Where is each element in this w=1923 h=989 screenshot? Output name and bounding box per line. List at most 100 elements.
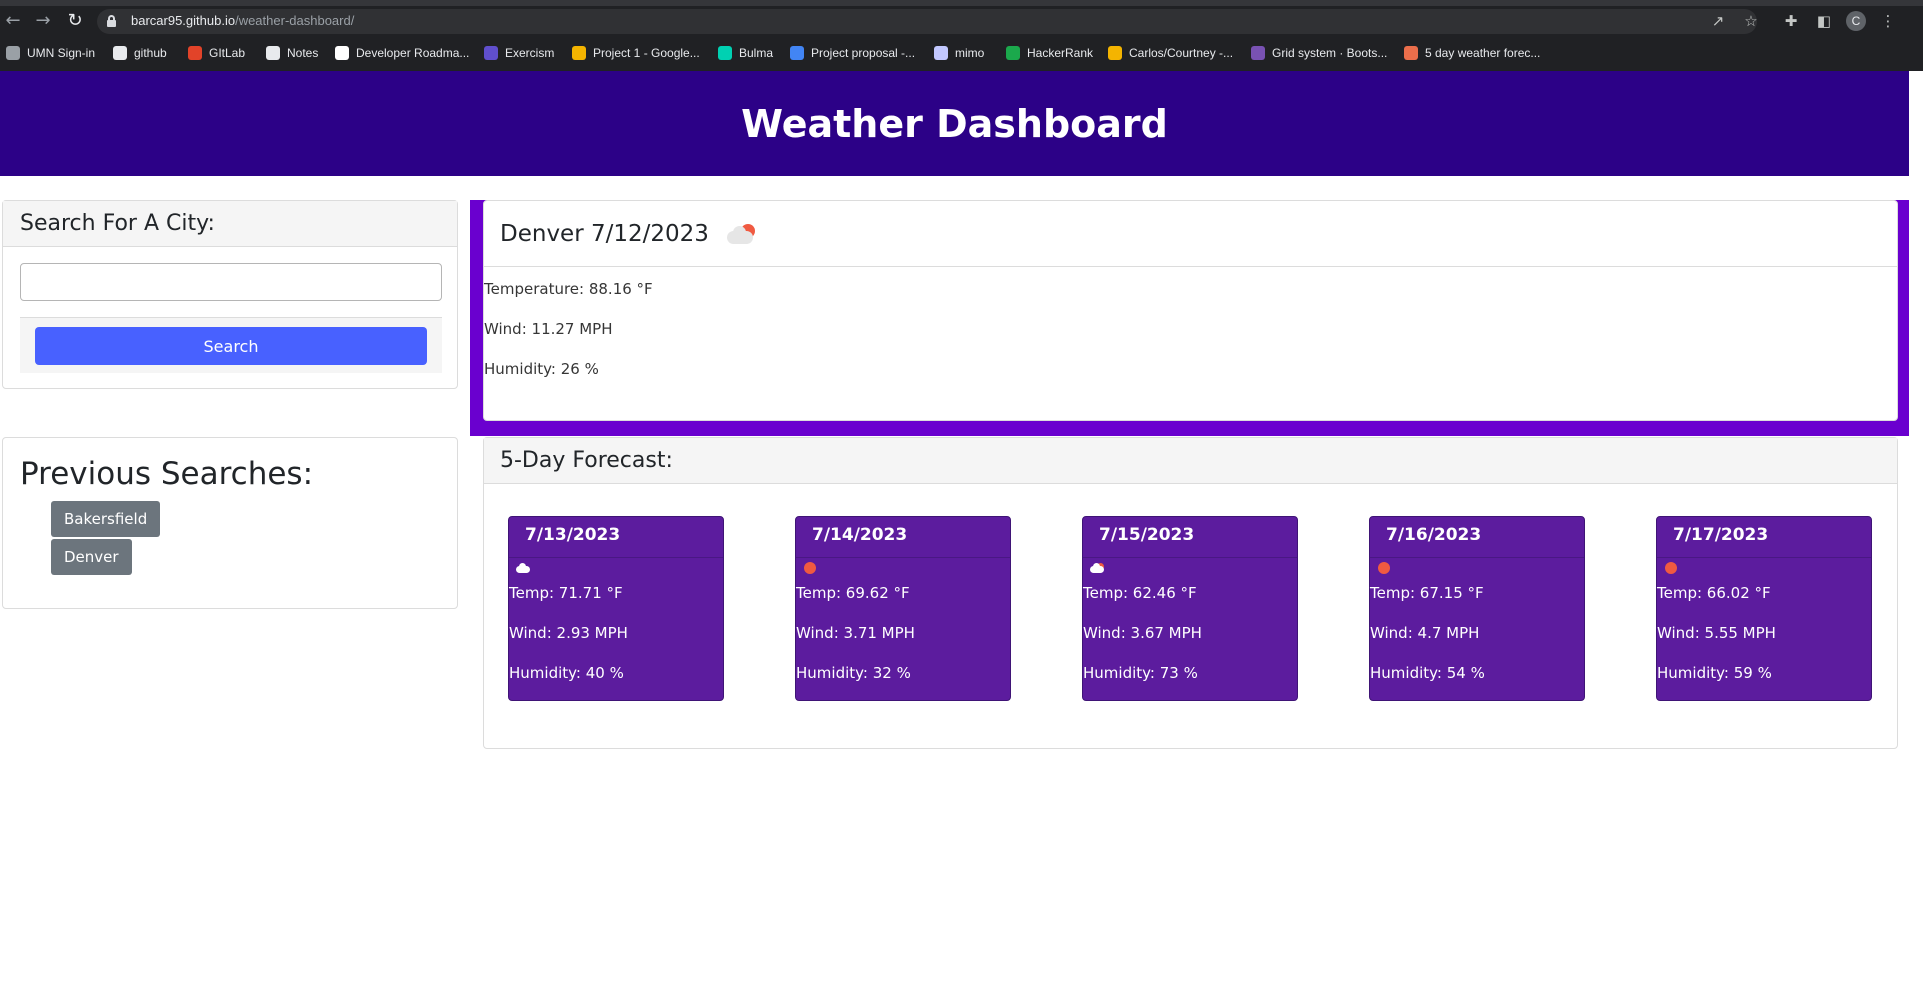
browser-toolbar: ← → ↻ barcar95.github.io/weather-dashboa… <box>0 0 1923 71</box>
bookmarks-bar: UMN Sign-in github GItLab Notes Developer Ro… <box>0 42 1923 64</box>
bookmark-star-icon[interactable]: ☆ <box>1741 10 1761 32</box>
bookmark-item[interactable]: Developer Roadma... <box>335 42 469 64</box>
bookmark-label: UMN Sign-in <box>27 46 96 60</box>
url-path: /weather-dashboard/ <box>235 13 355 28</box>
profile-avatar[interactable]: C <box>1846 11 1866 31</box>
bookmark-item[interactable]: Carlos/Courtney -... <box>1108 42 1233 64</box>
forecast-humidity: Humidity: 59 % <box>1657 664 1772 682</box>
forecast-day-card: 7/17/2023 Temp: 66.02 °F Wind: 5.55 MPH … <box>1656 516 1872 701</box>
menu-icon[interactable]: ⋮ <box>1878 10 1898 32</box>
forecast-temp: Temp: 71.71 °F <box>509 584 623 602</box>
forecast-day-card: 7/16/2023 Temp: 67.15 °F Wind: 4.7 MPH H… <box>1369 516 1585 701</box>
bookmark-label: 5 day weather forec... <box>1425 46 1541 60</box>
bookmark-label: HackerRank <box>1027 46 1094 60</box>
forecast-temp: Temp: 66.02 °F <box>1657 584 1771 602</box>
bookmark-favicon-icon <box>572 46 586 60</box>
bookmark-favicon-icon <box>1404 46 1418 60</box>
forecast-temp: Temp: 69.62 °F <box>796 584 910 602</box>
bookmark-favicon-icon <box>1108 46 1122 60</box>
bookmark-favicon-icon <box>934 46 948 60</box>
scrollbar[interactable] <box>1909 71 1923 989</box>
bookmark-label: mimo <box>955 46 985 60</box>
tab-strip <box>0 0 1923 6</box>
forecast-humidity: Humidity: 54 % <box>1370 664 1485 682</box>
cloud-sun-icon <box>725 222 759 246</box>
forecast-wind: Wind: 2.93 MPH <box>509 624 628 642</box>
bookmark-item[interactable]: Project 1 - Google... <box>572 42 700 64</box>
bookmark-item[interactable]: mimo <box>934 42 984 64</box>
search-button[interactable]: Search <box>35 327 427 365</box>
forecast-date: 7/15/2023 <box>1099 525 1195 545</box>
back-icon[interactable]: ← <box>2 10 24 32</box>
side-panel-icon[interactable]: ◧ <box>1814 10 1834 32</box>
bookmark-favicon-icon <box>6 46 20 60</box>
bookmark-label: Grid system · Boots... <box>1272 46 1388 60</box>
forecast-wind: Wind: 5.55 MPH <box>1657 624 1776 642</box>
reload-icon[interactable]: ↻ <box>64 10 86 32</box>
bookmark-label: Carlos/Courtney -... <box>1129 46 1234 60</box>
current-wind: Wind: 11.27 MPH <box>484 320 613 338</box>
share-icon[interactable]: ↗ <box>1708 10 1728 32</box>
bookmark-label: github <box>134 46 167 60</box>
current-weather-frame: Denver 7/12/2023 Temperature: 88.16 °F W… <box>470 200 1909 436</box>
bookmark-label: Notes <box>287 46 319 60</box>
history-button-bakersfield[interactable]: Bakersfield <box>51 501 161 537</box>
bookmark-favicon-icon <box>1251 46 1265 60</box>
forecast-panel: 5-Day Forecast: 7/13/2023 Temp: 71.71 °F… <box>483 437 1898 749</box>
bookmark-label: Bulma <box>739 46 774 60</box>
forecast-wind: Wind: 3.71 MPH <box>796 624 915 642</box>
forecast-date: 7/16/2023 <box>1386 525 1482 545</box>
bookmark-favicon-icon <box>188 46 202 60</box>
sun-icon <box>1376 561 1392 575</box>
forecast-humidity: Humidity: 40 % <box>509 664 624 682</box>
forecast-date: 7/14/2023 <box>812 525 908 545</box>
bookmark-item[interactable]: HackerRank <box>1006 42 1093 64</box>
extensions-icon[interactable]: ✚ <box>1781 10 1801 32</box>
forecast-wind: Wind: 4.7 MPH <box>1370 624 1480 642</box>
history-button-denver[interactable]: Denver <box>51 539 132 575</box>
bookmark-favicon-icon <box>266 46 280 60</box>
cloud-sun-icon <box>1089 561 1105 575</box>
forecast-heading: 5-Day Forecast: <box>484 438 1897 484</box>
forecast-day-card: 7/14/2023 Temp: 69.62 °F Wind: 3.71 MPH … <box>795 516 1011 701</box>
search-footer: Search <box>20 317 442 373</box>
bookmark-favicon-icon <box>1006 46 1020 60</box>
history-panel: Previous Searches: Bakersfield Denver <box>2 437 458 609</box>
address-bar[interactable]: barcar95.github.io/weather-dashboard/ <box>97 9 1757 34</box>
forecast-date: 7/17/2023 <box>1673 525 1769 545</box>
forecast-day-card: 7/13/2023 Temp: 71.71 °F Wind: 2.93 MPH … <box>508 516 724 701</box>
forecast-wind: Wind: 3.67 MPH <box>1083 624 1202 642</box>
page-header: Weather Dashboard <box>0 71 1909 176</box>
current-temperature: Temperature: 88.16 °F <box>484 280 653 298</box>
forecast-humidity: Humidity: 73 % <box>1083 664 1198 682</box>
bookmark-item[interactable]: GItLab <box>188 42 245 64</box>
bookmark-item[interactable]: github <box>113 42 167 64</box>
bookmark-item[interactable]: Notes <box>266 42 318 64</box>
page-title: Weather Dashboard <box>741 101 1168 146</box>
url-text[interactable]: barcar95.github.io/weather-dashboard/ <box>131 13 354 28</box>
bookmark-item[interactable]: Grid system · Boots... <box>1251 42 1387 64</box>
bookmark-label: Project proposal -... <box>811 46 916 60</box>
history-heading: Previous Searches: <box>20 456 314 492</box>
bookmark-item[interactable]: Project proposal -... <box>790 42 915 64</box>
bookmark-item[interactable]: 5 day weather forec... <box>1404 42 1540 64</box>
current-city-date: Denver 7/12/2023 <box>500 220 709 247</box>
forecast-day-card: 7/15/2023 Temp: 62.46 °F Wind: 3.67 MPH … <box>1082 516 1298 701</box>
forward-icon[interactable]: → <box>32 10 54 32</box>
current-humidity: Humidity: 26 % <box>484 360 599 378</box>
city-search-input[interactable] <box>20 263 442 301</box>
sun-icon <box>1663 561 1679 575</box>
bookmark-item[interactable]: UMN Sign-in <box>6 42 95 64</box>
forecast-temp: Temp: 67.15 °F <box>1370 584 1484 602</box>
lock-icon <box>107 15 116 27</box>
forecast-date: 7/13/2023 <box>525 525 621 545</box>
bookmark-label: GItLab <box>209 46 246 60</box>
bookmark-favicon-icon <box>335 46 349 60</box>
search-panel: Search For A City: Search <box>2 200 458 389</box>
bookmark-favicon-icon <box>113 46 127 60</box>
bookmark-item[interactable]: Exercism <box>484 42 554 64</box>
bookmark-label: Project 1 - Google... <box>593 46 700 60</box>
url-host: barcar95.github.io <box>131 13 236 28</box>
bookmark-item[interactable]: Bulma <box>718 42 773 64</box>
cloud-icon <box>515 561 531 575</box>
